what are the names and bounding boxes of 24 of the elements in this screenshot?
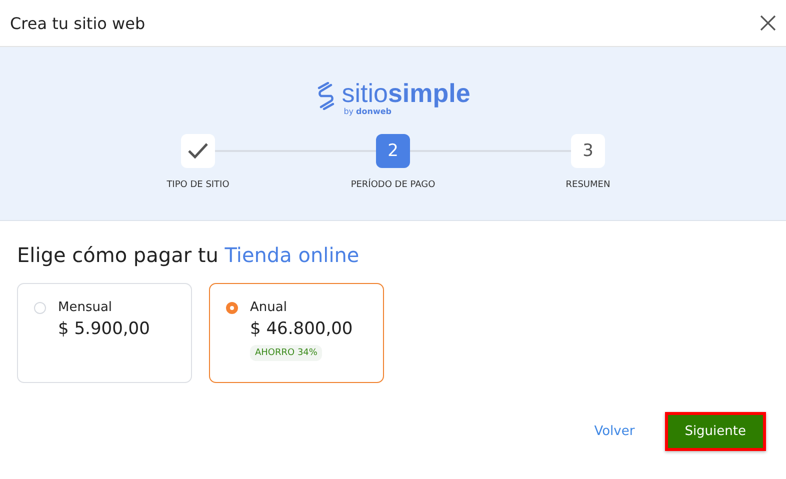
radio-button[interactable] (226, 302, 238, 314)
close-icon[interactable] (760, 15, 776, 31)
step-label: RESUMEN (566, 180, 610, 190)
plan-name: Anual (250, 300, 287, 315)
heading-highlight: Tienda online (224, 243, 360, 267)
plan-price: $ 5.900,00 (58, 319, 150, 339)
logo-icon (316, 82, 336, 110)
savings-badge: AHORRO 34% (250, 345, 322, 361)
plan-card[interactable]: Anual $ 46.800,00 AHORRO 34% (209, 283, 384, 383)
logo-name: sitiosimple (342, 80, 470, 106)
radio-button[interactable] (34, 302, 46, 314)
step-label: PERÍODO DE PAGO (350, 180, 436, 190)
step-label: TIPO DE SITIO (166, 180, 230, 190)
step-indicator: 3 (571, 134, 605, 168)
next-button[interactable]: Siguiente (664, 412, 766, 451)
plan-card[interactable]: Mensual $ 5.900,00 (17, 283, 192, 383)
plan-name: Mensual (58, 300, 112, 315)
window-title: Crea tu sitio web (10, 14, 146, 32)
logo-byline: by donweb (344, 107, 392, 118)
step-indicator: 2 (376, 134, 410, 168)
back-link[interactable]: Volver (594, 424, 635, 439)
plan-price: $ 46.800,00 (250, 319, 353, 339)
heading-text: Elige cómo pagar tu (17, 243, 218, 267)
check-icon (187, 142, 209, 160)
